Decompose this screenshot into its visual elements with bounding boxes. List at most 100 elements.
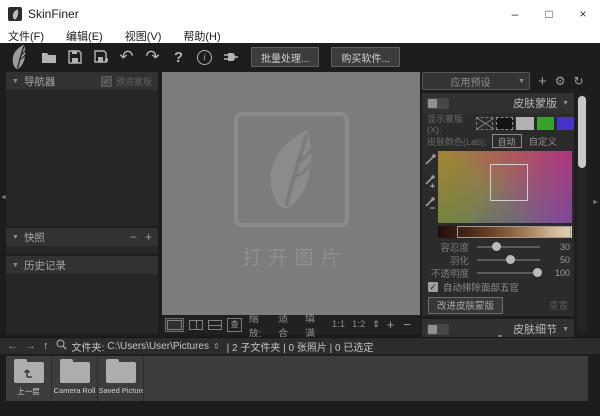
color-picker-area [422, 151, 574, 223]
eyedropper-add-icon[interactable] [424, 175, 437, 188]
skin-mask-title: 皮肤蒙版 [513, 95, 557, 111]
maximize-button[interactable]: □ [532, 0, 566, 28]
save-icon[interactable] [66, 49, 83, 66]
snapshot-header[interactable]: ▼ 快照 − + [6, 228, 158, 246]
compare-view-button[interactable]: 查 [227, 318, 241, 332]
folder-stats: | 2 子文件夹 | 0 张照片 | 0 已选定 [227, 339, 374, 354]
save-as-icon[interactable] [92, 49, 109, 66]
improve-skin-mask-button[interactable]: 改进皮肤蒙版 [428, 297, 503, 314]
close-button[interactable]: × [566, 0, 600, 28]
opacity-slider[interactable] [477, 272, 540, 274]
split-horizontal-view-button[interactable] [208, 320, 222, 330]
menu-edit[interactable]: 编辑(E) [64, 28, 105, 44]
color-selection-square[interactable] [490, 164, 528, 201]
luminance-range-selection[interactable] [457, 226, 571, 238]
file-browser: 上一层 Camera Roll Saved Pictures [6, 356, 588, 401]
feather-value: 50 [548, 255, 570, 265]
open-folder-icon[interactable] [40, 49, 57, 66]
undo-icon[interactable]: ↶ [118, 49, 135, 66]
feather-slider-row: 羽化 50 [422, 253, 574, 266]
preview-mask-checkbox[interactable]: ✓ [101, 76, 112, 87]
eyedropper-icon[interactable] [424, 153, 437, 166]
open-image-label[interactable]: 打开图片 [235, 243, 346, 270]
redo-icon[interactable]: ↷ [144, 49, 161, 66]
batch-process-button[interactable]: 批量处理... [251, 47, 319, 67]
tolerance-slider[interactable] [477, 246, 540, 248]
forward-icon[interactable]: → [25, 340, 36, 352]
feather-slider[interactable] [477, 259, 540, 261]
folder-path[interactable]: C:\Users\User\Pictures [107, 341, 209, 352]
mask-purple-swatch[interactable] [557, 117, 574, 130]
opacity-slider-row: 不透明度 100 [422, 266, 574, 279]
search-icon[interactable] [56, 339, 67, 353]
folder-up-item[interactable]: 上一层 [6, 356, 52, 401]
exclude-features-checkbox[interactable]: ✓ [428, 282, 438, 292]
apply-preset-dropdown[interactable]: 应用预设 ▼ [422, 72, 530, 90]
folder-icon [106, 362, 136, 383]
menu-help[interactable]: 帮助(H) [181, 28, 222, 44]
mask-gray-swatch[interactable] [516, 117, 533, 130]
folder-icon [60, 362, 90, 383]
collapse-icon: ▼ [12, 78, 19, 85]
zoom-fill-button[interactable]: 填满 [305, 310, 324, 340]
snapshot-add-button[interactable]: + [145, 230, 152, 244]
status-bar: ← → ↑ 文件夹: C:\Users\User\Pictures ⇕ | 2 … [0, 337, 600, 354]
collapse-icon: ▼ [562, 326, 569, 333]
lab-color-gradient[interactable] [438, 151, 572, 223]
folder-spinner[interactable]: ⇕ [213, 342, 220, 351]
zoom-spinner[interactable]: ⇕ [372, 319, 380, 330]
mask-black-swatch[interactable] [496, 117, 513, 130]
menu-view[interactable]: 视图(V) [123, 28, 164, 44]
mask-none-swatch[interactable] [476, 117, 493, 130]
buy-software-button[interactable]: 购买软件... [331, 47, 399, 67]
preset-refresh-icon[interactable]: ↻ [574, 75, 584, 87]
skin-detail-toggle[interactable] [427, 324, 449, 335]
zoom-1-2-button[interactable]: 1:2 [352, 319, 365, 330]
folder-label: 上一层 [17, 386, 40, 397]
scrollbar-thumb[interactable] [578, 96, 586, 168]
image-canvas[interactable]: 打开图片 [162, 72, 420, 315]
tolerance-value: 30 [548, 242, 570, 252]
skin-mask-toggle[interactable] [427, 98, 449, 109]
back-icon[interactable]: ← [7, 340, 18, 352]
history-header[interactable]: ▼ 历史记录 [6, 256, 158, 274]
navigator-title: 导航器 [24, 74, 56, 89]
skin-mask-header[interactable]: 皮肤蒙版 ▼ [422, 93, 574, 113]
mask-green-swatch[interactable] [537, 117, 554, 130]
title-bar: SkinFiner – □ × [0, 0, 600, 28]
window-title: SkinFiner [28, 7, 79, 21]
zoom-1-1-button[interactable]: 1:1 [332, 319, 345, 330]
eyedropper-remove-icon[interactable] [424, 197, 437, 210]
skin-color-row: 皮肤颜色(Lab): 自动 自定义 [422, 133, 574, 149]
expand-right-panel-arrow[interactable]: ► [592, 199, 599, 206]
zoom-in-button[interactable]: + [387, 317, 395, 332]
open-image-placeholder[interactable] [234, 112, 349, 227]
folder-saved-pictures-item[interactable]: Saved Pictures [98, 356, 144, 401]
history-title: 历史记录 [24, 258, 66, 273]
help-icon[interactable]: ? [170, 49, 187, 66]
custom-label[interactable]: 自定义 [529, 134, 558, 148]
skin-color-label: 皮肤颜色(Lab): [427, 135, 487, 148]
navigator-header[interactable]: ▼ 导航器 ✓ 预览蒙版 [6, 72, 158, 90]
luminance-gradient-bar[interactable] [438, 226, 572, 238]
reset-button[interactable]: 重置 [549, 298, 568, 312]
right-panel: 应用预设 ▼ + ⚙ ↻ 皮肤蒙版 ▼ 显示蒙版(X): [422, 72, 588, 334]
preset-settings-icon[interactable]: ⚙ [555, 75, 566, 87]
leaf-icon [11, 9, 20, 20]
split-vertical-view-button[interactable] [189, 320, 203, 330]
zoom-fit-button[interactable]: 适合 [278, 310, 297, 340]
zoom-out-button[interactable]: − [403, 317, 411, 332]
right-panel-scrollbar[interactable] [577, 93, 587, 333]
snapshot-remove-button[interactable]: − [130, 230, 137, 244]
folder-camera-roll-item[interactable]: Camera Roll [52, 356, 98, 401]
minimize-button[interactable]: – [498, 0, 532, 28]
plugin-icon[interactable] [222, 49, 239, 66]
menu-file[interactable]: 文件(F) [6, 28, 46, 44]
info-icon[interactable]: i [196, 49, 213, 66]
chevron-down-icon: ▼ [518, 78, 525, 85]
single-view-button[interactable] [165, 318, 184, 332]
opacity-label: 不透明度 [427, 266, 469, 280]
up-folder-icon[interactable]: ↑ [43, 340, 49, 352]
auto-button[interactable]: 自动 [492, 134, 522, 148]
add-preset-button[interactable]: + [538, 74, 547, 89]
